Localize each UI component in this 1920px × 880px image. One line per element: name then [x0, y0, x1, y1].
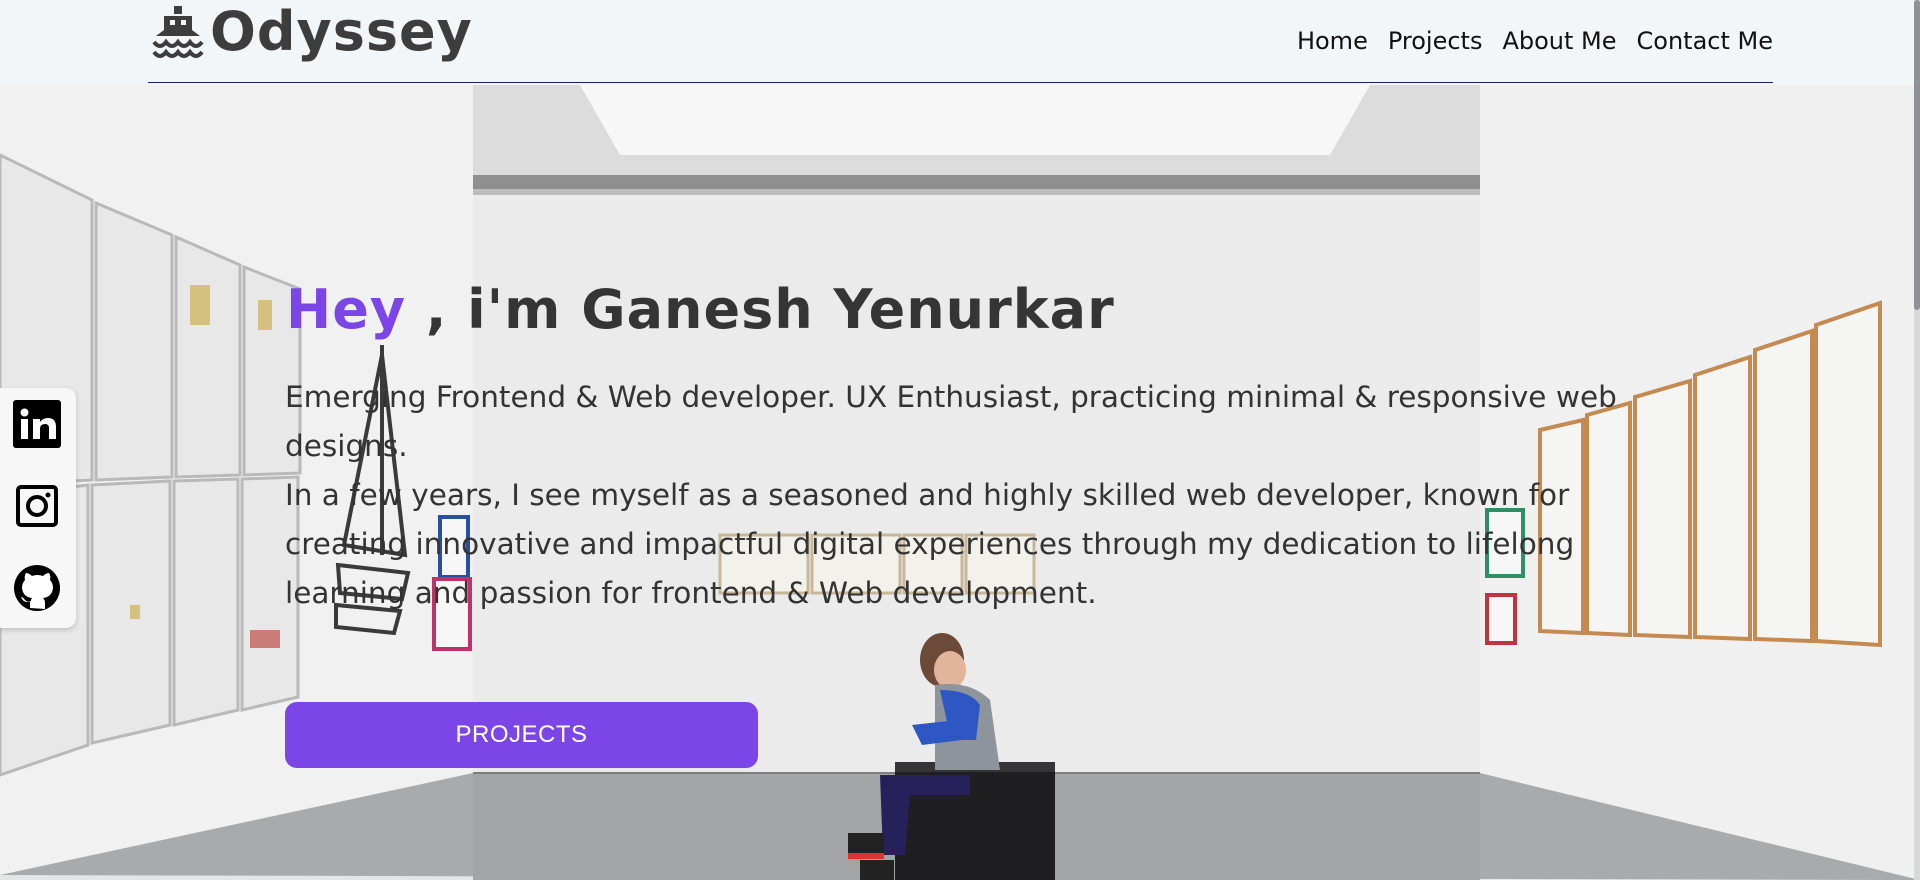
hero-heading-accent: Hey	[286, 278, 407, 341]
main-nav: Home Projects About Me Contact Me	[1297, 25, 1773, 57]
brand-name: Odyssey	[210, 0, 473, 63]
nav-contact-me[interactable]: Contact Me	[1637, 25, 1773, 57]
instagram-icon	[16, 485, 58, 527]
projects-button[interactable]: PROJECTS	[285, 702, 758, 768]
hero-heading-name: , i'm Ganesh Yenurkar	[406, 278, 1115, 341]
brand-logo[interactable]: Odyssey	[152, 4, 473, 60]
nav-home[interactable]: Home	[1297, 25, 1368, 57]
nav-projects[interactable]: Projects	[1388, 25, 1483, 57]
site-header: Odyssey Home Projects About Me Contact M…	[0, 0, 1920, 85]
ship-icon	[152, 6, 204, 58]
instagram-link[interactable]	[13, 482, 61, 530]
github-icon	[14, 565, 60, 611]
hero-description: Emerging Frontend & Web developer. UX En…	[285, 373, 1655, 618]
hero-description-line1: Emerging Frontend & Web developer. UX En…	[285, 380, 1617, 463]
hero-heading: Hey , i'm Ganesh Yenurkar	[286, 278, 1115, 341]
nav-about-me[interactable]: About Me	[1502, 25, 1616, 57]
page-scrollbar[interactable]	[1914, 0, 1920, 880]
linkedin-icon	[13, 400, 61, 448]
scrollbar-thumb[interactable]	[1914, 0, 1920, 310]
header-container: Odyssey Home Projects About Me Contact M…	[148, 0, 1773, 83]
hero-section: Hey , i'm Ganesh Yenurkar Emerging Front…	[0, 85, 1920, 880]
github-link[interactable]	[13, 564, 61, 612]
hero-description-line2: In a few years, I see myself as a season…	[285, 478, 1575, 610]
linkedin-link[interactable]	[13, 400, 61, 448]
social-links	[0, 388, 76, 628]
